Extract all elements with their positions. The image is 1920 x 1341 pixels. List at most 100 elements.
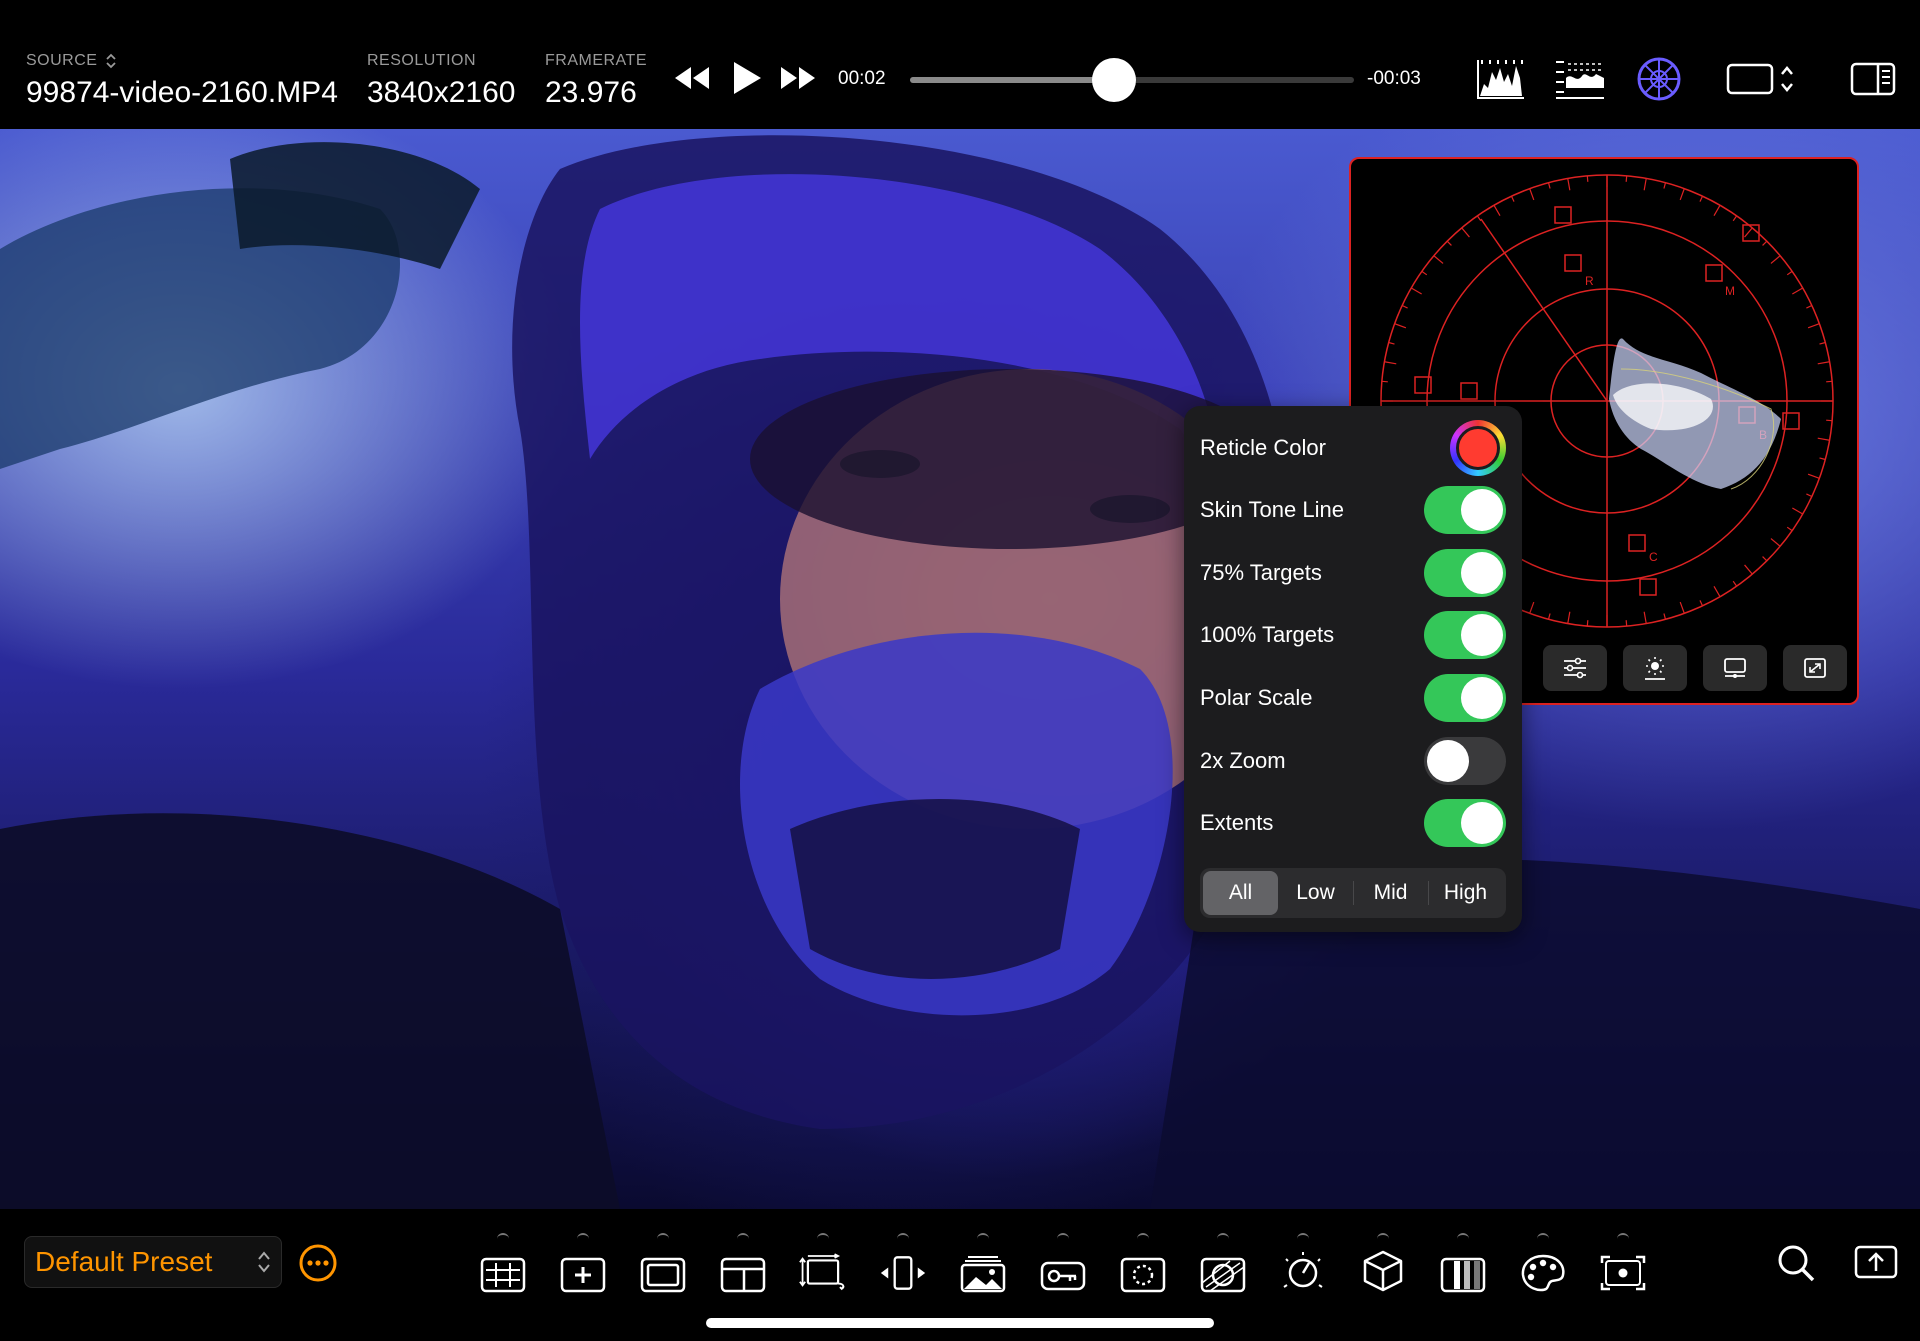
segment-high[interactable]: High xyxy=(1428,871,1503,915)
scope-expand-button[interactable] xyxy=(1783,645,1847,691)
key-icon xyxy=(1040,1261,1086,1291)
targets-100-row: 100% Targets xyxy=(1200,609,1506,661)
grid-tool[interactable] xyxy=(479,1233,527,1293)
exposure-tool[interactable] xyxy=(1279,1233,1327,1293)
spot-meter-tool[interactable] xyxy=(1599,1233,1647,1293)
zoom-2x-label: 2x Zoom xyxy=(1200,748,1286,773)
scope-toolbar xyxy=(1543,645,1847,691)
polar-scale-toggle[interactable] xyxy=(1424,674,1506,722)
more-options-icon[interactable] xyxy=(298,1243,338,1283)
color-palette-icon xyxy=(1521,1254,1565,1292)
extents-toggle[interactable] xyxy=(1424,799,1506,847)
fast-forward-icon[interactable] xyxy=(779,65,817,91)
segment-low[interactable]: Low xyxy=(1278,871,1353,915)
zebra-icon xyxy=(1440,1257,1486,1293)
layout-icon xyxy=(720,1257,766,1293)
crosshair-tool[interactable] xyxy=(559,1233,607,1293)
resolution-info: RESOLUTION 3840x2160 xyxy=(367,52,515,110)
scrubber[interactable] xyxy=(910,58,1354,102)
targets-100-toggle[interactable] xyxy=(1424,611,1506,659)
bottom-toolbar: Default Preset xyxy=(0,1209,1920,1341)
layout-tool[interactable] xyxy=(719,1233,767,1293)
extents-label: Extents xyxy=(1200,810,1274,835)
polar-scale-row: Polar Scale xyxy=(1200,672,1506,724)
crosshair-add-icon xyxy=(560,1257,606,1293)
extents-range-segmented-control: All Low Mid High xyxy=(1200,868,1506,918)
reticle-color-row[interactable]: Reticle Color xyxy=(1200,420,1506,476)
flip-icon xyxy=(880,1256,926,1290)
flip-tool[interactable] xyxy=(879,1233,927,1293)
frame-guide-tool[interactable] xyxy=(639,1233,687,1293)
framerate-value: 23.976 xyxy=(545,76,637,109)
segment-mid[interactable]: Mid xyxy=(1353,871,1428,915)
polar-scale-label: Polar Scale xyxy=(1200,685,1313,710)
brightness-icon xyxy=(1645,657,1665,680)
image-overlay-tool[interactable] xyxy=(959,1233,1007,1293)
key-tool[interactable] xyxy=(1039,1233,1087,1293)
preset-selector[interactable]: Default Preset xyxy=(24,1236,282,1288)
export-icon[interactable] xyxy=(1854,1243,1898,1281)
zoom-2x-toggle[interactable] xyxy=(1424,737,1506,785)
scrubber-knob[interactable] xyxy=(1092,58,1137,102)
sidebar-toggle-icon[interactable] xyxy=(1850,62,1896,96)
focus-peaking-icon xyxy=(1120,1257,1166,1293)
exposure-icon xyxy=(1283,1252,1323,1288)
source-label: SOURCE xyxy=(26,52,98,69)
framerate-label: FRAMERATE xyxy=(545,52,647,69)
grid-icon xyxy=(480,1257,526,1293)
scope-settings-popover: Reticle Color Skin Tone Line 75% Targets… xyxy=(1184,406,1522,932)
histogram-icon[interactable] xyxy=(1476,58,1526,100)
transform-icon xyxy=(799,1253,845,1291)
rewind-icon[interactable] xyxy=(673,65,711,91)
home-indicator[interactable] xyxy=(706,1318,1214,1328)
false-color-icon xyxy=(1200,1257,1246,1293)
display-icon xyxy=(1724,658,1746,678)
skin-tone-line-toggle[interactable] xyxy=(1424,486,1506,534)
settings-sliders-icon xyxy=(1564,657,1586,679)
aspect-ratio-icon[interactable] xyxy=(1726,62,1798,96)
extents-row: Extents xyxy=(1200,797,1506,849)
focus-peaking-tool[interactable] xyxy=(1119,1233,1167,1293)
waveform-icon[interactable] xyxy=(1554,58,1606,100)
elapsed-time: 00:02 xyxy=(838,68,886,89)
search-icon[interactable] xyxy=(1776,1243,1816,1283)
preset-name: Default Preset xyxy=(35,1246,213,1277)
targets-75-row: 75% Targets xyxy=(1200,547,1506,599)
false-color-tool[interactable] xyxy=(1199,1233,1247,1293)
lut-tool[interactable] xyxy=(1359,1233,1407,1293)
targets-75-label: 75% Targets xyxy=(1200,560,1322,585)
scope-display-button[interactable] xyxy=(1703,645,1767,691)
top-bar: SOURCE 99874-video-2160.MP4 RESOLUTION 3… xyxy=(0,0,1920,129)
segment-all[interactable]: All xyxy=(1203,871,1278,915)
framerate-info: FRAMERATE 23.976 xyxy=(545,52,647,110)
reticle-color-well[interactable] xyxy=(1450,420,1506,476)
play-icon[interactable] xyxy=(731,60,763,96)
skin-tone-line-row: Skin Tone Line xyxy=(1200,484,1506,536)
reticle-color-label: Reticle Color xyxy=(1200,435,1326,460)
target-label-m: M xyxy=(1725,284,1735,298)
color-palette-tool[interactable] xyxy=(1519,1233,1567,1293)
source-value: 99874-video-2160.MP4 xyxy=(26,76,338,109)
target-label-r: R xyxy=(1585,274,1594,288)
frame-guide-icon xyxy=(640,1257,686,1293)
image-overlay-icon xyxy=(960,1256,1006,1293)
tool-strip xyxy=(479,1233,1647,1293)
transform-tool[interactable] xyxy=(799,1233,847,1293)
targets-100-label: 100% Targets xyxy=(1200,622,1335,647)
source-info[interactable]: SOURCE 99874-video-2160.MP4 xyxy=(26,52,338,110)
skin-tone-line-label: Skin Tone Line xyxy=(1200,497,1344,522)
chevron-updown-icon xyxy=(106,53,117,69)
chevron-updown-icon xyxy=(258,1251,270,1273)
zebra-tool[interactable] xyxy=(1439,1233,1487,1293)
zoom-2x-row: 2x Zoom xyxy=(1200,735,1506,787)
vectorscope-icon[interactable] xyxy=(1636,56,1682,102)
spot-meter-icon xyxy=(1600,1255,1646,1291)
scrubber-fill xyxy=(910,77,1115,83)
target-label-c: C xyxy=(1649,550,1658,564)
targets-75-toggle[interactable] xyxy=(1424,549,1506,597)
resolution-value: 3840x2160 xyxy=(367,76,516,109)
remaining-time: -00:03 xyxy=(1367,68,1421,89)
scope-settings-button[interactable] xyxy=(1543,645,1607,691)
reticle-color-swatch xyxy=(1456,426,1500,470)
scope-brightness-button[interactable] xyxy=(1623,645,1687,691)
